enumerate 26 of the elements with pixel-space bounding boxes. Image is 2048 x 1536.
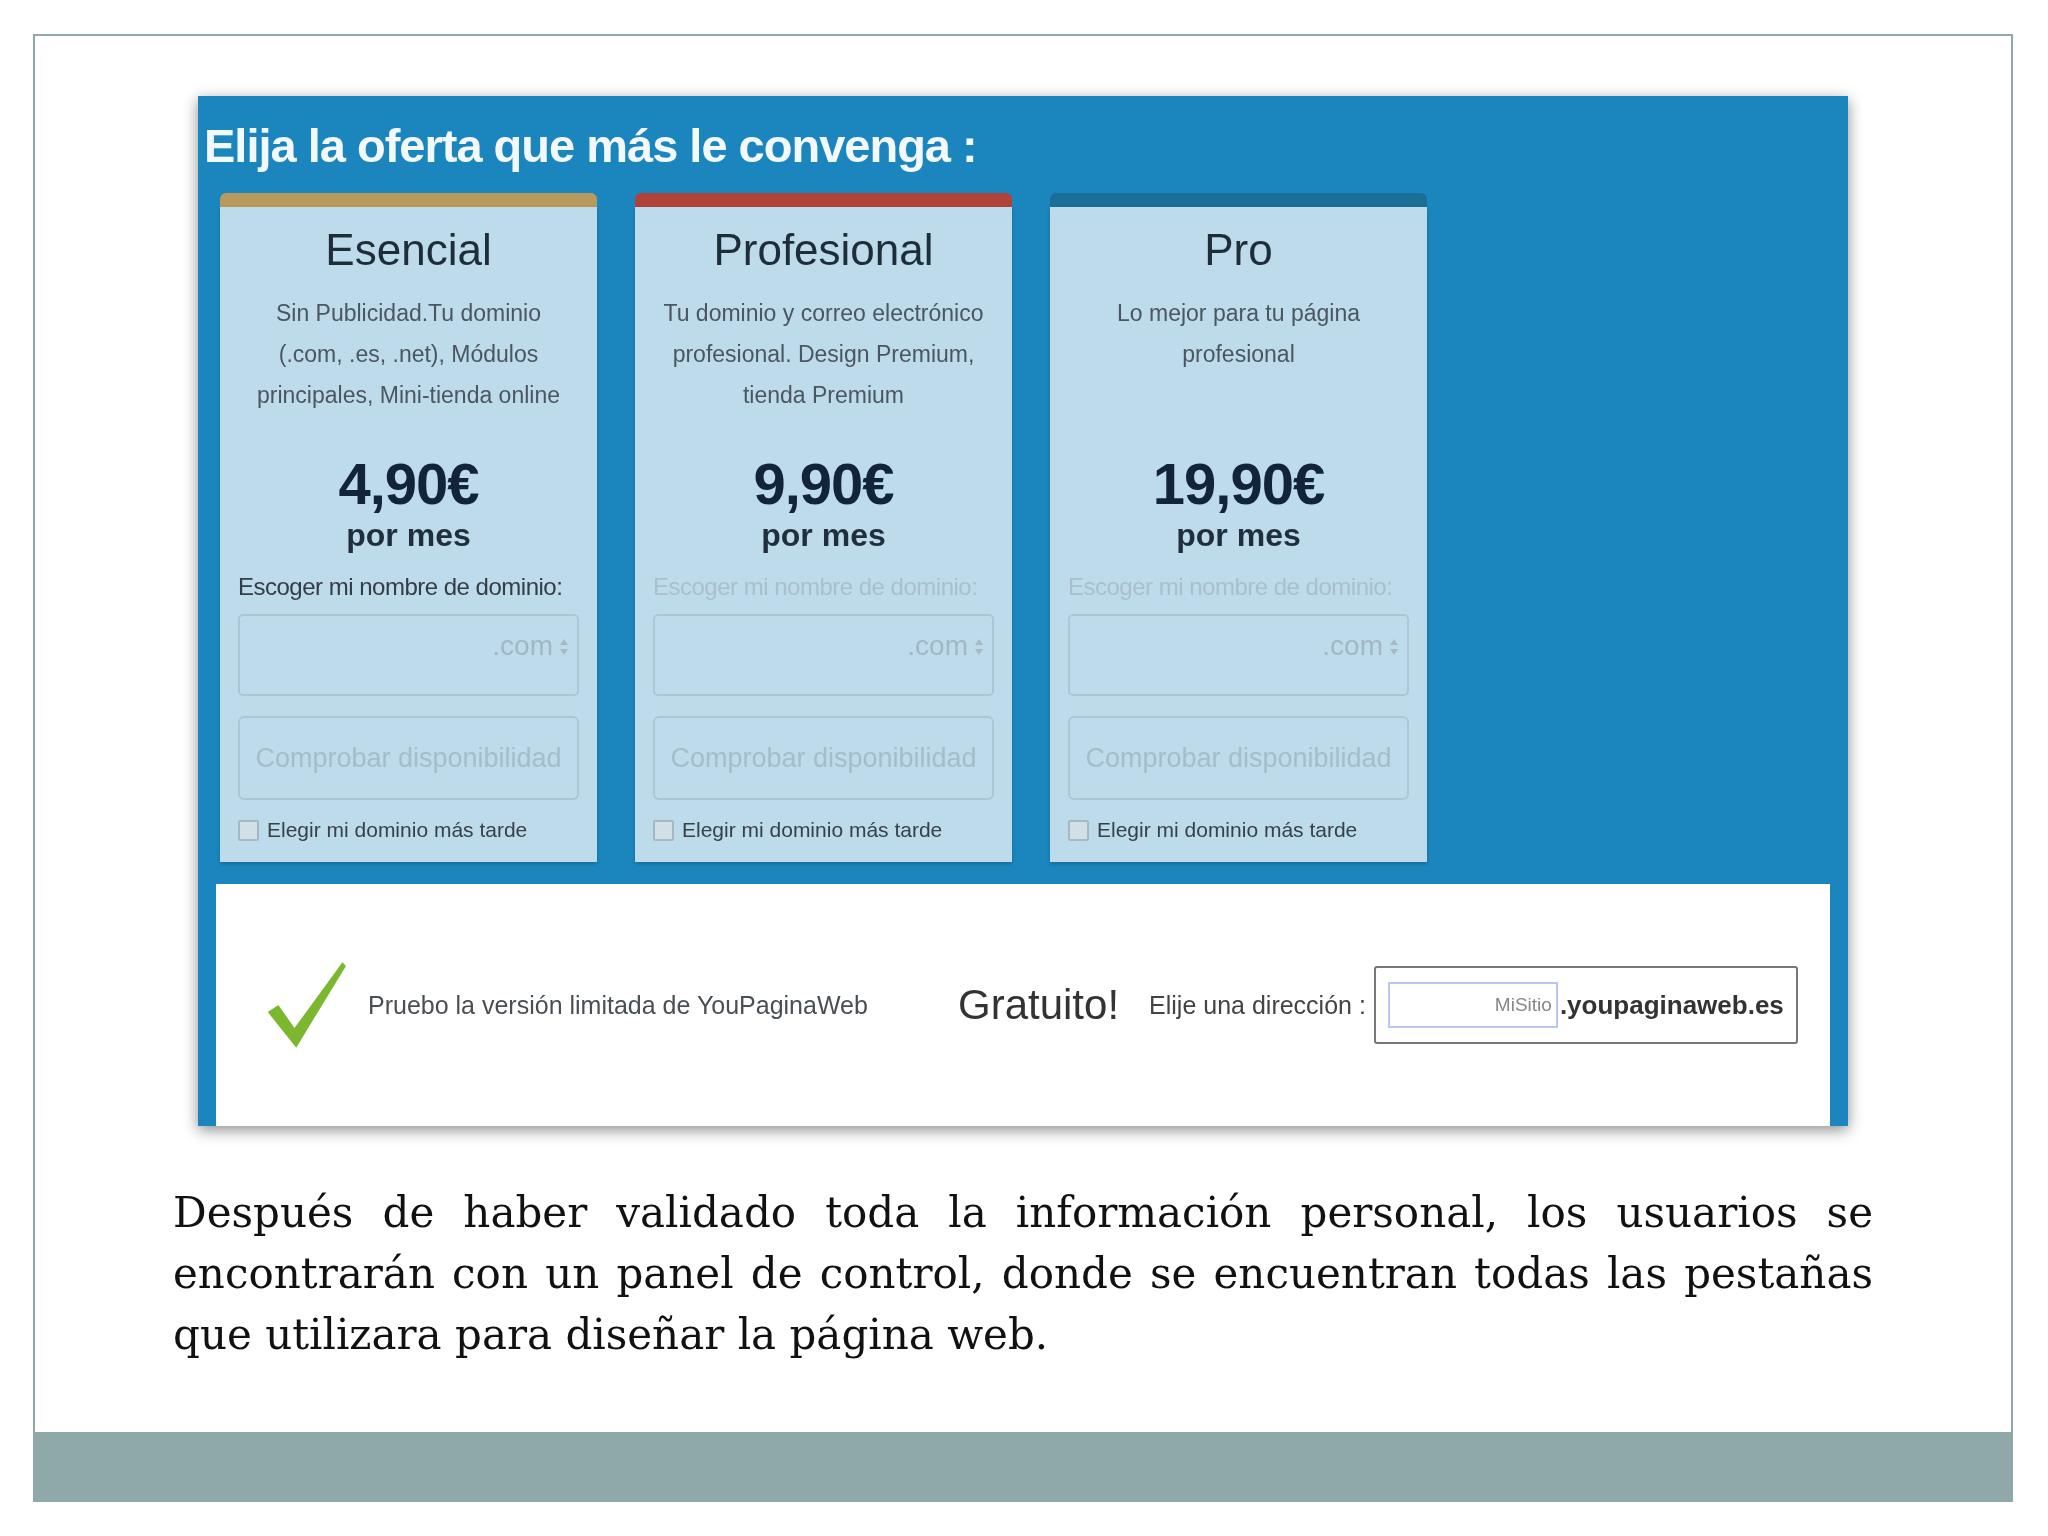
address-frame: MiSitio .youpaginaweb.es bbox=[1373, 966, 1798, 1044]
plan-description: Sin Publicidad.Tu dominio (.com, .es, .net), Módulos principales, Mini-tienda online bbox=[256, 299, 561, 410]
caption-paragraph: Después de haber validado toda la información personal, los usuarios se encontrarán con un panel de control, donde se encuentran todas las pestañas que utilizara para diseñar la página web. bbox=[173, 1187, 1873, 1361]
later-checkbox[interactable] bbox=[1068, 819, 1089, 841]
later-checkbox[interactable] bbox=[653, 819, 674, 841]
plan-description: Lo mejor para tu página profesional bbox=[1116, 299, 1361, 369]
later-checkbox[interactable] bbox=[238, 819, 259, 841]
trial-text: Pruebo la versión limitada de YouPaginaWeb bbox=[368, 990, 869, 1020]
domain-label: Escoger mi nombre de dominio: bbox=[238, 572, 564, 602]
checkbox-label: Elegir mi dominio más tarde bbox=[1097, 818, 1358, 842]
address-input-field[interactable]: MiSitio bbox=[1387, 982, 1558, 1028]
address-label: Elije una dirección : bbox=[1149, 990, 1366, 1020]
free-label: Gratuito! bbox=[958, 981, 1120, 1029]
price-period: por mes bbox=[1176, 517, 1301, 554]
plan-price: 4,90€ bbox=[338, 450, 479, 517]
plan-name: Pro bbox=[1204, 225, 1273, 275]
plan-price: 9,90€ bbox=[753, 450, 894, 517]
checkbox-label: Elegir mi dominio más tarde bbox=[682, 818, 943, 842]
price-period: por mes bbox=[761, 517, 886, 554]
offer-heading: Elija la oferta que más le convenga : bbox=[203, 118, 978, 173]
plan-name: Profesional bbox=[713, 225, 934, 275]
checkbox-label: Elegir mi dominio más tarde bbox=[267, 818, 528, 842]
plan-name: Esencial bbox=[325, 225, 492, 275]
price-period: por mes bbox=[346, 517, 471, 554]
plan-description: Tu dominio y correo electrónico profesional. Design Premium, tienda Premium bbox=[662, 299, 985, 410]
plan-price: 19,90€ bbox=[1152, 450, 1325, 517]
